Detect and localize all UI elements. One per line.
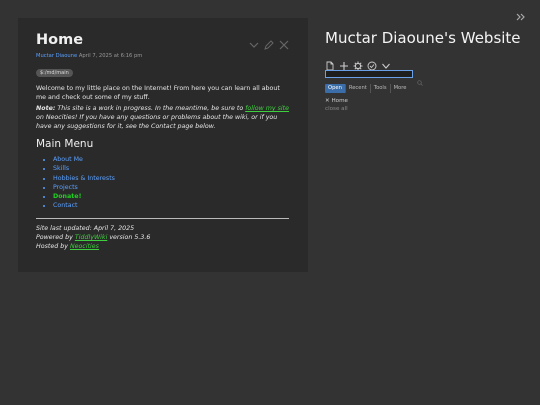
footer-hosted: Hosted by Neocities [36, 242, 290, 251]
page-controls [325, 56, 525, 71]
menu-item-about: About Me [53, 155, 290, 164]
main-menu-heading: Main Menu [36, 138, 94, 150]
plus-button[interactable] [339, 56, 349, 70]
menu-item-skills: Skills [53, 164, 290, 173]
menu-item-hobbies: Hobbies & Interests [53, 174, 290, 183]
search-row [325, 70, 525, 86]
footer-powered: Powered by TiddlyWiki version 5.3.6 [36, 233, 290, 242]
sidebar-toggle-button[interactable] [516, 6, 526, 21]
tag-pill[interactable]: $:/md/main [36, 69, 73, 77]
note-label: Note: [36, 105, 56, 112]
follow-link[interactable]: follow my site [245, 105, 289, 112]
tab-tools[interactable]: Tools [371, 84, 391, 93]
main-menu-list: About Me Skills Hobbies & Interests Proj… [36, 155, 290, 211]
neocities-link[interactable]: Neocities [70, 243, 99, 250]
new-tiddler-button[interactable] [325, 56, 335, 71]
menu-item-contact: Contact [53, 201, 290, 210]
footer: Site last updated: April 7, 2025 Powered… [36, 224, 290, 252]
tab-open[interactable]: Open [325, 84, 346, 93]
menu-item-projects: Projects [53, 183, 290, 192]
menu-link-contact[interactable]: Contact [53, 202, 78, 209]
search-icon [417, 80, 423, 86]
note-text-2: on Neocities! If you have any questions … [36, 114, 278, 130]
control-panel-button[interactable] [353, 56, 363, 71]
site-title: Muctar Diaoune's Website [325, 29, 521, 47]
tiddlywiki-link[interactable]: TiddlyWiki [75, 234, 107, 241]
tiddler-home: Home Muctar Diaoune April 7, 2025 at 6:1… [18, 18, 308, 272]
close-all-button[interactable]: close all [325, 106, 525, 114]
more-actions-button[interactable] [248, 36, 260, 48]
more-options-button[interactable] [381, 56, 391, 69]
edit-button[interactable] [263, 36, 275, 50]
sidebar: Muctar Diaoune's Website Open Recent Too… [325, 28, 525, 113]
hosted-prefix: Hosted by [36, 243, 70, 251]
footer-divider [36, 217, 289, 219]
chevron-down-icon [249, 42, 259, 48]
tiddler-controls [248, 36, 290, 50]
tab-recent[interactable]: Recent [346, 84, 371, 93]
powered-suffix: version 5.3.6 [107, 234, 151, 242]
modified-date: April 7, 2025 at 6:16 pm [78, 53, 143, 59]
footer-updated: Site last updated: April 7, 2025 [36, 224, 135, 232]
menu-link-about[interactable]: About Me [53, 156, 83, 163]
double-chevron-right-icon [516, 13, 525, 21]
sidebar-tabs: Open Recent Tools More [325, 84, 525, 93]
open-list: ✕ Home close all [325, 98, 525, 113]
save-button[interactable] [367, 56, 377, 71]
open-item-home[interactable]: ✕ Home [325, 98, 525, 106]
tiddler-meta: Muctar Diaoune April 7, 2025 at 6:16 pm [36, 53, 290, 59]
open-item-label[interactable]: Home [331, 98, 348, 104]
intro-paragraph: Welcome to my little place on the Intern… [36, 85, 280, 101]
menu-item-donate: Donate! [53, 192, 290, 201]
tab-more[interactable]: More [391, 84, 410, 93]
close-button[interactable] [278, 36, 290, 50]
menu-link-donate[interactable]: Donate! [53, 193, 81, 200]
search-input[interactable] [325, 70, 413, 78]
menu-link-skills[interactable]: Skills [53, 165, 69, 172]
powered-prefix: Powered by [36, 234, 75, 242]
menu-link-hobbies[interactable]: Hobbies & Interests [53, 175, 115, 182]
tiddler-body: Welcome to my little place on the Intern… [36, 84, 290, 252]
search-button[interactable] [417, 71, 423, 86]
note-paragraph: Note: This site is a work in progress. I… [36, 104, 290, 131]
close-icon [279, 40, 289, 50]
note-text-1: This site is a work in progress. In the … [55, 105, 246, 112]
menu-link-projects[interactable]: Projects [53, 184, 78, 191]
edit-icon [264, 40, 274, 50]
author-link[interactable]: Muctar Diaoune [36, 53, 77, 59]
